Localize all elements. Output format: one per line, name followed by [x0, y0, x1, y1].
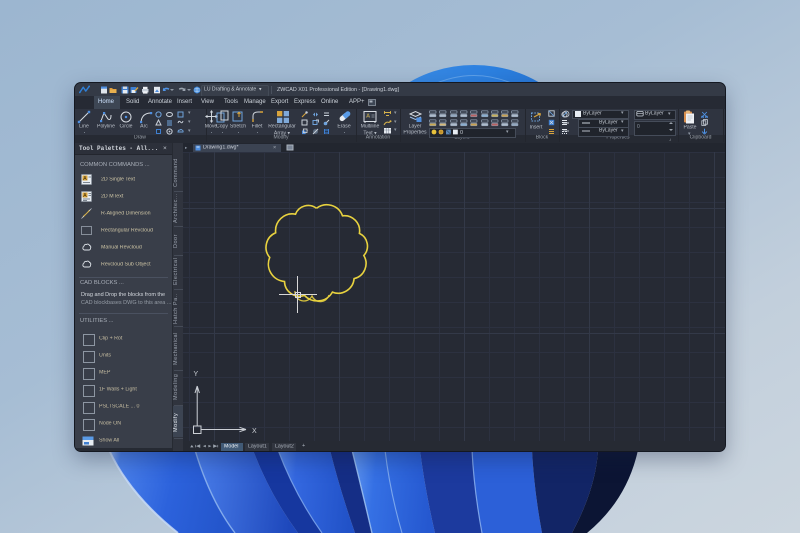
svg-text:X: X	[252, 428, 257, 434]
svg-text:Y: Y	[194, 371, 199, 378]
svg-text:A: A	[366, 113, 370, 119]
